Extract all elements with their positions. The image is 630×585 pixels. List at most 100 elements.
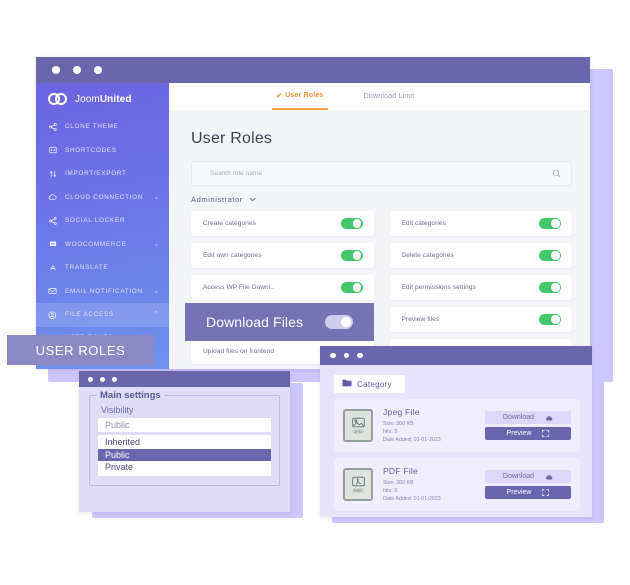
window-dot-close[interactable]: [52, 66, 60, 74]
permission-row[interactable]: Delete categories: [389, 243, 572, 268]
permission-label: Edit categories: [401, 220, 446, 227]
download-button[interactable]: Download: [485, 470, 571, 484]
window-dot-minimize[interactable]: [73, 66, 81, 74]
permission-row[interactable]: Edit categories: [389, 211, 572, 236]
file-card[interactable]: JPG Jpeg File Size: 300 KB hits: 3 Date …: [334, 399, 580, 453]
permission-row[interactable]: Access WP File Downl..: [191, 275, 374, 300]
visibility-option-private[interactable]: Private: [98, 461, 271, 474]
permission-label: Preview files: [401, 316, 440, 323]
sidebar-item-clone-theme[interactable]: CLONE THEME: [36, 115, 169, 139]
preview-button-label: Preview: [506, 430, 532, 438]
sidebar-item-label: SOCIAL LOCKER: [65, 217, 126, 225]
file-extension-badge: PDF: [351, 488, 365, 494]
file-size: Size: 300 KB: [383, 480, 414, 487]
file-hits: hits: 3: [383, 488, 398, 495]
sidebar-item-label: IMPORT/EXPORT: [65, 170, 127, 178]
permission-row[interactable]: Create categories: [191, 211, 374, 236]
visibility-option-inherited[interactable]: Inherited: [98, 436, 271, 449]
sidebar-item-translate[interactable]: TRANSLATE: [36, 256, 169, 280]
sidebar-item-woocommerce[interactable]: WOOCOMMERCE ⌄: [36, 233, 169, 257]
chevron-down-icon[interactable]: ⌄: [153, 194, 160, 201]
permission-row[interactable]: Edit own categories: [191, 243, 374, 268]
permission-toggle[interactable]: [539, 218, 561, 229]
download-button[interactable]: Download: [485, 411, 571, 425]
preview-button[interactable]: Preview: [485, 427, 571, 441]
permission-label: Delete categories: [401, 252, 454, 259]
page-title: User Roles: [191, 130, 273, 147]
sidebar-item-label: WOOCOMMERCE: [65, 240, 127, 248]
permission-label: Edit permissions settings: [401, 284, 476, 291]
permissions-grid: Create categories Edit categories Edit o…: [191, 211, 572, 364]
file-date-added: Date Added: 01-01-2023: [383, 496, 441, 503]
permission-toggle[interactable]: [340, 250, 363, 261]
brand-logo-area[interactable]: JoomUnited: [36, 89, 169, 115]
sidebar-item-social-locker[interactable]: SOCIAL LOCKER: [36, 209, 169, 233]
preview-button[interactable]: Preview: [485, 486, 571, 500]
search-input[interactable]: [210, 170, 552, 177]
sidebar-item-label: CLONE THEME: [65, 123, 119, 131]
search-box[interactable]: [191, 161, 572, 186]
pdf-file-icon: PDF: [343, 468, 373, 502]
option-label: Inherited: [105, 437, 141, 448]
file-card[interactable]: PDF PDF File Size: 300 KB hits: 3 Date A…: [334, 458, 580, 512]
tab-download-limit[interactable]: Download Limit: [360, 83, 419, 110]
permission-toggle[interactable]: [539, 250, 561, 261]
sidebar-item-label: CLOUD CONNECTION: [65, 193, 144, 201]
search-icon[interactable]: [552, 165, 561, 183]
chevron-down-icon[interactable]: [249, 195, 256, 204]
file-extension-badge: JPG: [352, 429, 364, 435]
window-dot-close[interactable]: [88, 376, 93, 382]
expand-icon: [542, 489, 550, 496]
expand-icon: [542, 430, 550, 437]
permission-row[interactable]: Preview files: [389, 307, 572, 332]
cloud-icon: [47, 193, 58, 201]
download-button-label: Download: [502, 414, 535, 422]
brand-name-bold: United: [99, 93, 132, 105]
sidebar-item-email-notification[interactable]: EMAIL NOTIFICATION ⌄: [36, 280, 169, 304]
permission-row[interactable]: Edit permissions settings: [389, 275, 572, 300]
sidebar-item-import-export[interactable]: IMPORT/EXPORT: [36, 162, 169, 186]
category-tab[interactable]: Category: [334, 375, 405, 393]
settings-title-bar: [79, 371, 290, 387]
visibility-option-public[interactable]: Public: [98, 448, 271, 461]
role-selector[interactable]: Administrator: [191, 195, 590, 204]
visibility-select[interactable]: Public: [98, 418, 271, 432]
window-dot-maximize[interactable]: [112, 376, 117, 382]
download-button-label: Download: [502, 473, 535, 481]
sidebar-item-label: SHORTCODES: [65, 146, 117, 154]
visibility-label: Visibility: [101, 405, 134, 415]
chevron-up-icon[interactable]: ⌃: [153, 311, 160, 318]
window-dot-close[interactable]: [330, 352, 336, 359]
permission-toggle[interactable]: [539, 282, 561, 293]
visibility-option-list: Inherited Public Private: [98, 435, 271, 476]
envelope-icon: [47, 287, 58, 295]
window-dot-maximize[interactable]: [94, 66, 102, 74]
sidebar-item-file-access[interactable]: FILE ACCESS ⌃: [36, 303, 169, 327]
sidebar-item-shortcodes[interactable]: SHORTCODES: [36, 139, 169, 163]
permission-toggle[interactable]: [539, 314, 561, 325]
download-files-toggle[interactable]: [325, 315, 353, 329]
folder-icon: [342, 379, 352, 389]
brand-name-light: Joom: [75, 93, 100, 105]
file-name: Jpeg File: [383, 407, 420, 417]
file-name: PDF File: [383, 466, 419, 477]
tab-bar: ✔ User Roles Download Limit: [169, 83, 590, 110]
file-hits: hits: 3: [383, 429, 398, 436]
window-dot-minimize[interactable]: [100, 376, 105, 382]
sidebar-item-label: EMAIL NOTIFICATION: [65, 287, 143, 295]
window-dot-minimize[interactable]: [343, 352, 349, 359]
role-selector-label: Administrator: [191, 195, 243, 204]
preview-button-label: Preview: [506, 489, 532, 497]
joomunited-logo-icon: [48, 93, 67, 105]
permission-toggle[interactable]: [340, 218, 363, 229]
main-settings-legend: Main settings: [97, 390, 164, 401]
chevron-down-icon[interactable]: ⌄: [153, 288, 160, 295]
window-dot-maximize[interactable]: [357, 352, 363, 359]
download-files-callout[interactable]: Download Files: [185, 303, 374, 341]
permission-toggle[interactable]: [340, 282, 363, 293]
permission-label: Upload files on frontend: [203, 348, 275, 355]
user-roles-badge: USER ROLES: [7, 335, 154, 365]
sidebar-item-cloud-connection[interactable]: CLOUD CONNECTION ⌄: [36, 186, 169, 210]
chevron-down-icon[interactable]: ⌄: [153, 241, 160, 248]
tab-user-roles[interactable]: ✔ User Roles: [272, 83, 328, 110]
